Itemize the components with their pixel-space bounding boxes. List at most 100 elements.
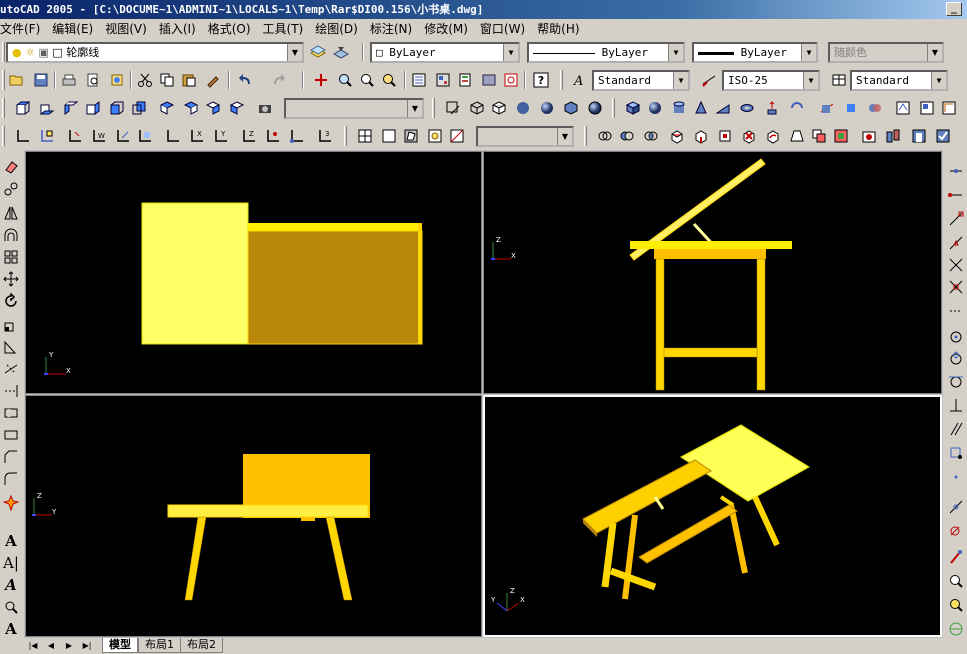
snap-insert-icon[interactable] [947,444,965,462]
scale-icon[interactable] [2,316,20,334]
sphere-icon[interactable] [646,99,664,117]
snap-from-icon[interactable] [947,186,965,204]
dimension-style-icon[interactable] [700,71,718,89]
help-icon[interactable]: ? [532,71,550,89]
explode-icon[interactable] [2,494,20,512]
revolve-icon[interactable] [788,99,806,117]
save-icon[interactable] [32,71,50,89]
back-view-icon[interactable] [130,99,148,117]
snap-center-icon[interactable] [947,328,965,346]
snap-parallel-icon[interactable] [947,420,965,438]
undo-icon[interactable] [236,71,254,89]
text-style-dropdown[interactable]: Standard ▼ [592,70,690,91]
hidden-icon[interactable] [490,99,508,117]
se-isometric-icon[interactable] [182,99,200,117]
multiline-text-icon[interactable]: A [2,532,20,550]
snap-tangent-icon[interactable] [947,372,965,390]
chevron-down-icon[interactable]: ▼ [503,44,518,61]
setup-view-icon[interactable] [918,99,936,117]
menu-edit[interactable]: 编辑(E) [48,20,101,37]
named-views-dropdown[interactable]: ▼ [284,98,424,119]
object-ucs-icon[interactable] [114,127,132,145]
paste-icon[interactable] [180,71,198,89]
3d-wireframe-icon[interactable] [468,99,486,117]
single-viewport-icon[interactable] [380,127,398,145]
setup-drawing-icon[interactable] [894,99,912,117]
check-icon[interactable] [934,127,952,145]
flat-shaded-edges-icon[interactable] [562,99,580,117]
layer-manager-icon[interactable] [309,43,327,61]
3d-orbit-icon[interactable] [947,620,965,638]
snap-perpendicular-icon[interactable] [947,396,965,414]
menu-modify[interactable]: 修改(M) [420,20,476,37]
snap-midpoint-icon[interactable] [947,234,965,252]
menu-dimension[interactable]: 标注(N) [366,20,420,37]
view-ucs-icon[interactable] [164,127,182,145]
taper-faces-icon[interactable] [788,127,806,145]
tab-model[interactable]: 模型 [102,638,138,653]
zoom-realtime-icon[interactable] [336,71,354,89]
origin-ucs-icon[interactable] [288,127,306,145]
properties-icon[interactable] [410,71,428,89]
viewport-left[interactable]: Z Y [25,395,482,637]
snap-node-icon[interactable] [947,468,965,486]
polygonal-viewport-icon[interactable] [402,127,420,145]
toolbar-grip[interactable] [2,42,5,62]
table-style-icon[interactable] [830,71,848,89]
find-replace-icon[interactable] [2,598,20,616]
top-view-icon[interactable] [14,99,32,117]
markup-set-manager-icon[interactable] [502,71,520,89]
viewport-top[interactable]: Y X [25,151,482,394]
z-ucs-icon[interactable]: Z [240,127,258,145]
pan-realtime-icon[interactable] [312,71,330,89]
snap-quadrant-icon[interactable] [947,350,965,368]
osnap-settings-icon[interactable] [947,548,965,566]
fillet-icon[interactable] [2,470,20,488]
camera-icon[interactable] [256,99,274,117]
ne-isometric-icon[interactable] [204,99,222,117]
convert-object-viewport-icon[interactable] [426,127,444,145]
drawing-area[interactable]: Y X Z X Z Y Z X Y [24,150,943,638]
color-faces-icon[interactable] [832,127,850,145]
sheet-set-manager-icon[interactable] [480,71,498,89]
chevron-down-icon[interactable]: ▼ [668,44,683,61]
zoom-in-icon[interactable] [947,572,965,590]
torus-icon[interactable] [738,99,756,117]
menu-tools[interactable]: 工具(T) [259,20,312,37]
move-faces-icon[interactable] [692,127,710,145]
chevron-down-icon[interactable]: ▼ [803,72,818,89]
bottom-view-icon[interactable] [38,99,56,117]
text-style-icon[interactable]: A [570,71,588,89]
match-properties-brush-icon[interactable] [204,71,222,89]
extrude-faces-icon[interactable] [668,127,686,145]
linetype-control-dropdown[interactable]: ByLayer ▼ [527,42,685,63]
dimension-style-dropdown[interactable]: ISO-25 ▼ [722,70,820,91]
tool-palettes-icon[interactable] [456,71,474,89]
edit-text-icon[interactable]: A [2,576,20,594]
clip-viewport-icon[interactable] [448,127,466,145]
shell-icon[interactable] [910,127,928,145]
trim-icon[interactable] [2,360,20,378]
gouraud-shaded-icon[interactable] [538,99,556,117]
flat-shaded-icon[interactable] [514,99,532,117]
temporary-tracking-point-icon[interactable] [947,162,965,180]
chevron-down-icon[interactable]: ▼ [801,44,816,61]
mirror-icon[interactable] [2,204,20,222]
chevron-down-icon[interactable]: ▼ [557,128,572,145]
single-line-text-icon[interactable]: A| [2,554,20,572]
layer-dropdown[interactable]: ● ☼ ▣ □ 轮廓线 ▼ [6,42,304,63]
copy-faces-icon[interactable] [810,127,828,145]
subtract-icon[interactable] [618,127,636,145]
sw-isometric-icon[interactable] [158,99,176,117]
zoom-out-icon[interactable] [947,596,965,614]
join-icon[interactable] [2,426,20,444]
offset-faces-icon[interactable] [716,127,734,145]
break-icon[interactable] [2,404,20,422]
world-ucs-icon[interactable]: W [90,127,108,145]
front-view-icon[interactable] [108,99,126,117]
text-scale-icon[interactable]: A [2,620,20,638]
color-control-dropdown[interactable]: □ ByLayer ▼ [370,42,520,63]
last-tab-icon[interactable]: ▶| [80,640,94,652]
viewport-isometric[interactable]: Z X Y [483,395,942,637]
erase-icon[interactable] [2,158,20,176]
